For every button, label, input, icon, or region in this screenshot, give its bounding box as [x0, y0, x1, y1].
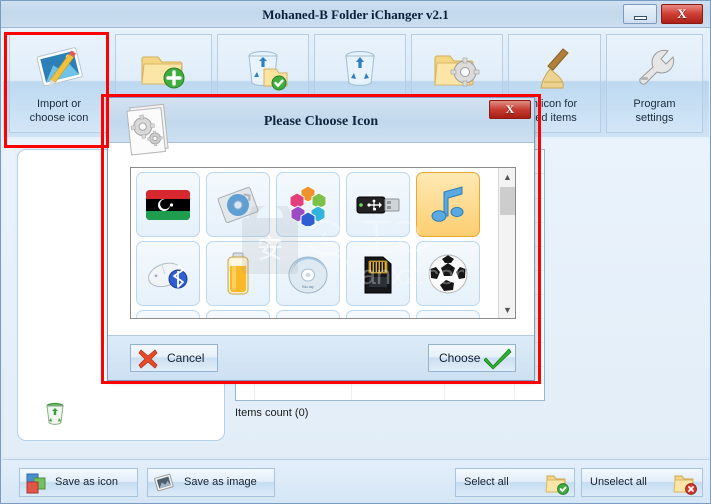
icon-cell-cd-disc[interactable]: Blu-ray — [276, 241, 340, 306]
recycle-bin-small-icon — [44, 402, 66, 426]
items-count-label: Items count (0) — [235, 407, 309, 419]
dialog-choose-button[interactable]: Choose — [428, 344, 516, 372]
scroll-down-icon[interactable]: ▼ — [499, 301, 515, 318]
dialog-choose-label: Choose — [439, 351, 481, 365]
dialog-cancel-label: Cancel — [167, 351, 205, 365]
music-note-icon — [431, 185, 464, 222]
choose-icon-dialog: Please Choose Icon X Blu-ray ▲ ▼ Cancel … — [107, 97, 535, 381]
icon-cell-partial-4[interactable] — [346, 310, 410, 318]
green-check-icon — [483, 348, 512, 373]
folder-settings-icon — [412, 40, 502, 96]
soccer-ball-icon — [428, 254, 468, 293]
dialog-close-button[interactable]: X — [489, 100, 531, 119]
icon-cell-partial-2[interactable] — [206, 310, 270, 318]
folder-remove-icon — [673, 473, 697, 498]
icon-cell-soccer-ball[interactable] — [416, 241, 480, 306]
icon-cell-libya-flag[interactable] — [136, 172, 200, 237]
window-title: Mohaned-B Folder iChanger v2.1 — [262, 7, 449, 22]
save-as-icon-label: Save as icon — [55, 476, 118, 488]
svg-text:Blu-ray: Blu-ray — [302, 285, 314, 289]
icon-cell-music-note[interactable] — [416, 172, 480, 237]
toolbar-button-import-icon[interactable]: Import or choose icon — [9, 34, 109, 133]
toolbar-button-program-settings[interactable]: Program settings — [606, 34, 703, 133]
toolbar-label-program-settings: Program settings — [633, 98, 676, 124]
icon-cell-bluetooth-mouse[interactable] — [136, 241, 200, 306]
recycle-bin-icon — [315, 40, 405, 96]
icon-cell-hard-disk[interactable] — [206, 172, 270, 237]
minimize-button[interactable] — [623, 4, 657, 24]
window-titlebar: Mohaned-B Folder iChanger v2.1 X — [1, 1, 710, 28]
folder-check-icon — [545, 473, 569, 498]
save-as-image-label: Save as image — [184, 476, 257, 488]
select-all-button[interactable]: Select all — [455, 468, 575, 497]
cd-disc-icon: Blu-ray — [288, 256, 328, 293]
bluetooth-mouse-icon — [148, 262, 188, 288]
image-icon-graphic — [154, 473, 175, 497]
unselect-all-label: Unselect all — [590, 476, 647, 488]
picture-import-icon — [10, 40, 108, 96]
icon-cell-memory-card[interactable] — [346, 241, 410, 306]
wrench-icon — [607, 40, 702, 96]
scroll-up-icon[interactable]: ▲ — [499, 168, 515, 185]
icon-cell-usb-flash-drive[interactable] — [346, 172, 410, 237]
hexagon-cluster-icon — [289, 184, 327, 226]
select-all-label: Select all — [464, 476, 509, 488]
scrollbar-thumb[interactable] — [500, 187, 515, 215]
icon-cell-partial-3[interactable] — [276, 310, 340, 318]
unselect-all-button[interactable]: Unselect all — [581, 468, 703, 497]
usb-flash-drive-icon — [356, 196, 400, 213]
folder-add-icon — [116, 40, 211, 96]
minimize-icon — [634, 16, 647, 20]
dialog-footer: Cancel Choose — [108, 335, 534, 380]
red-x-icon — [137, 348, 159, 373]
dialog-cancel-button[interactable]: Cancel — [130, 344, 218, 372]
icon-cell-partial-1[interactable] — [136, 310, 200, 318]
icon-cell-partial-5[interactable] — [416, 310, 480, 318]
libya-flag-icon — [146, 189, 190, 220]
broom-clean-icon — [509, 40, 600, 96]
icon-grid-scrollbar[interactable]: ▲ ▼ — [498, 168, 515, 318]
memory-card-icon — [364, 256, 392, 293]
icon-cell-battery[interactable] — [206, 241, 270, 306]
gear-documents-icon — [123, 102, 175, 157]
save-icon-graphic — [26, 473, 47, 497]
save-as-icon-button[interactable]: Save as icon — [19, 468, 138, 497]
close-button[interactable]: X — [661, 4, 703, 24]
application-window: Mohaned-B Folder iChanger v2.1 X Import … — [0, 0, 711, 504]
save-as-image-button[interactable]: Save as image — [147, 468, 275, 497]
toolbar-label-import-icon: Import or choose icon — [29, 98, 89, 124]
hard-disk-icon — [217, 186, 259, 223]
bottom-toolbar: Save as icon Save as image Select all Un… — [3, 459, 709, 503]
battery-icon — [227, 252, 249, 294]
dialog-body: Blu-ray ▲ ▼ — [108, 143, 534, 337]
icon-grid-container[interactable]: Blu-ray ▲ ▼ — [130, 167, 516, 319]
icon-cell-hexagon-cluster[interactable] — [276, 172, 340, 237]
icon-grid: Blu-ray — [133, 170, 497, 318]
recycle-folder-restore-icon — [218, 40, 308, 96]
